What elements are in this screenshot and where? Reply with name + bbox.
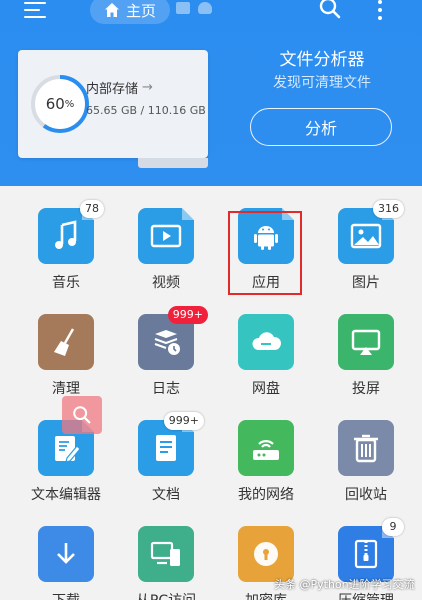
category-label: 文本编辑器 <box>31 487 101 503</box>
watermark: 头条 @Python进阶学习交流 <box>274 578 415 591</box>
count-badge: 316 <box>373 200 404 218</box>
arrow-right-icon: → <box>142 80 153 95</box>
category-music[interactable]: 78 音乐 <box>16 200 116 292</box>
document-icon <box>156 435 176 461</box>
header: 主页 60% 内部存储 → 65.65 GB / 110.16 GB 文件分析器… <box>0 0 422 186</box>
storage-percent: 60% <box>28 72 92 136</box>
menu-icon[interactable] <box>24 2 46 20</box>
category-label: 我的网络 <box>238 487 294 503</box>
category-downloads[interactable]: 下载 <box>16 526 116 600</box>
storage-title-text: 内部存储 <box>86 82 139 97</box>
lock-tile[interactable] <box>238 526 294 582</box>
storage-size: 65.65 GB / 110.16 GB <box>86 104 206 117</box>
storage-percent-value: 60 <box>45 95 65 113</box>
search-icon[interactable] <box>318 0 342 20</box>
analyzer-subtitle: 发现可清理文件 <box>273 75 371 91</box>
network-tile[interactable] <box>238 420 294 476</box>
trash-icon <box>354 434 378 463</box>
category-clean[interactable]: 清理 <box>16 314 116 398</box>
category-label: 投屏 <box>352 381 380 397</box>
category-label: 日志 <box>152 381 180 397</box>
download-tile[interactable] <box>38 526 94 582</box>
floating-search-button[interactable] <box>62 396 102 434</box>
category-label: 清理 <box>52 381 80 397</box>
tab-home-label: 主页 <box>125 1 156 20</box>
category-grid: 78 音乐 视频 应用 316 图片 清理 999+ 日志 网盘 投屏 文本编辑器 9… <box>0 186 422 600</box>
more-options-icon[interactable] <box>376 0 384 22</box>
category-cast[interactable]: 投屏 <box>316 314 416 398</box>
category-label: 文档 <box>152 487 180 503</box>
storage-title: 内部存储 → <box>86 78 153 97</box>
cast-tile[interactable] <box>338 314 394 370</box>
tab-shortcuts[interactable] <box>176 2 212 14</box>
tab-home[interactable]: 主页 <box>90 0 170 24</box>
cloud-tab-icon[interactable] <box>198 2 212 14</box>
log-icon <box>154 330 180 355</box>
category-logs[interactable]: 999+ 日志 <box>116 306 216 398</box>
video-tile[interactable] <box>138 208 194 264</box>
pc-access-tile[interactable] <box>138 526 194 582</box>
count-badge: 999+ <box>167 306 208 324</box>
category-cloud-drive[interactable]: 网盘 <box>216 314 316 398</box>
internal-storage-card[interactable]: 60% 内部存储 → 65.65 GB / 110.16 GB <box>18 50 208 168</box>
zip-icon <box>354 539 378 569</box>
document-tile[interactable]: 999+ <box>138 412 204 476</box>
broom-icon <box>54 328 75 356</box>
pc-access-icon <box>150 541 180 566</box>
home-icon <box>104 3 119 17</box>
analyze-button[interactable]: 分析 <box>250 108 392 146</box>
analyzer-title: 文件分析器 <box>279 50 365 70</box>
category-label: 网盘 <box>252 381 280 397</box>
edit-icon <box>55 436 81 463</box>
broom-tile[interactable] <box>38 314 94 370</box>
count-badge: 9 <box>382 518 404 536</box>
download-icon <box>57 543 75 564</box>
count-badge: 999+ <box>163 412 204 430</box>
category-label: 从PC访问 <box>116 590 216 600</box>
lock-icon <box>254 542 278 566</box>
trash-tile[interactable] <box>338 420 394 476</box>
image-icon <box>350 223 382 249</box>
category-label: 下载 <box>16 590 116 600</box>
category-video[interactable]: 视频 <box>116 208 216 292</box>
folder-tab-icon[interactable] <box>176 2 190 14</box>
log-tile[interactable]: 999+ <box>138 306 208 370</box>
network-icon <box>253 440 279 460</box>
video-icon <box>150 224 182 248</box>
image-tile[interactable]: 316 <box>338 200 404 264</box>
cloud-icon <box>252 332 282 350</box>
search-icon <box>73 406 91 424</box>
highlight-box <box>228 211 302 295</box>
category-pc-access[interactable]: 从PC访问 <box>116 526 216 600</box>
category-my-network[interactable]: 我的网络 <box>216 420 316 504</box>
cast-icon <box>351 329 381 355</box>
count-badge: 78 <box>80 200 104 218</box>
category-label: 视频 <box>152 275 180 291</box>
category-label: 回收站 <box>345 487 387 503</box>
cloud-tile[interactable] <box>238 314 294 370</box>
zip-tile[interactable]: 9 <box>338 518 404 582</box>
storage-percent-sign: % <box>64 98 75 110</box>
music-icon <box>55 220 77 249</box>
music-tile[interactable]: 78 <box>38 200 104 264</box>
category-recycle-bin[interactable]: 回收站 <box>316 420 416 504</box>
category-label: 音乐 <box>52 275 80 291</box>
category-label: 图片 <box>352 275 380 291</box>
category-documents[interactable]: 999+ 文档 <box>116 412 216 504</box>
category-images[interactable]: 316 图片 <box>316 200 416 292</box>
